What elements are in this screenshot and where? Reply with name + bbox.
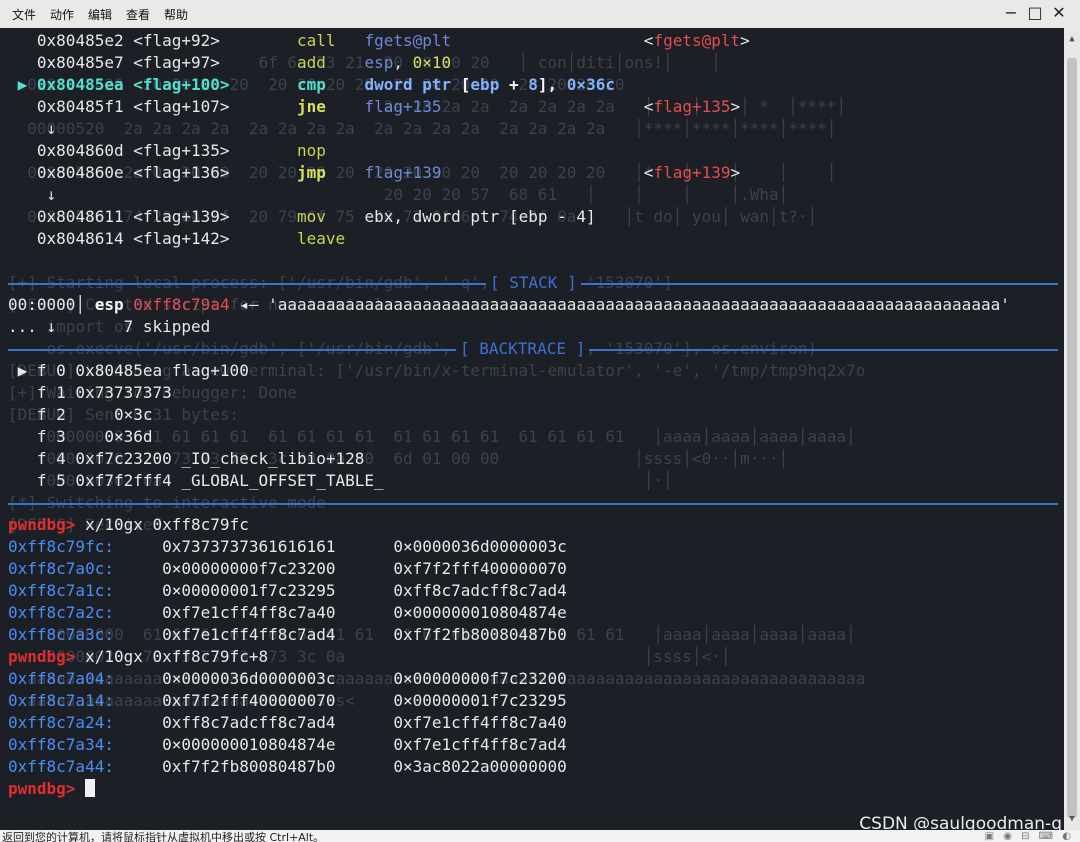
backtrace-frame: f 2 0×3c	[8, 405, 153, 424]
vm-status-text: 返回到您的计算机，请将鼠标指针从虚拟机中移出或按 Ctrl+Alt。	[2, 831, 325, 842]
disasm-line: 0x804860e <flag+136> jmp flag+139 <flag+…	[36, 163, 741, 182]
backtrace-frame: ▶ f 0 0x80485ea flag+100	[8, 361, 249, 380]
maximize-icon[interactable]: □	[1024, 2, 1046, 24]
gdb-prompt: pwndbg>	[8, 778, 96, 800]
jump-arrow: ↓	[8, 185, 57, 204]
backtrace-frame: f 5 0xf7f2fff4 _GLOBAL_OFFSET_TABLE_	[8, 471, 384, 490]
backtrace-frame: f 1 0x73737373	[8, 383, 172, 402]
disasm-line: 0x80485e2 <flag+92> call fgets@plt <fget…	[36, 31, 750, 50]
menu-edit[interactable]: 编辑	[88, 0, 112, 28]
memory-row: 0xff8c7a04: 0×0000036d0000003c 0×0000000…	[8, 669, 567, 688]
jump-arrow: ↓	[8, 119, 57, 138]
current-instruction: ▶ 0x80485ea <flag+100> cmp dword ptr [eb…	[8, 75, 615, 94]
vm-status-bar: 返回到您的计算机，请将鼠标指针从虚拟机中移出或按 Ctrl+Alt。 ▣ ◉ ⊟…	[0, 830, 1080, 842]
stack-title: [ STACK ]	[486, 272, 581, 294]
scroll-down-icon[interactable]: ▼	[1064, 812, 1080, 826]
stack-row: 00:0000│ esp 0xff8c79a4 ◂— 'aaaaaaaaaaaa…	[8, 295, 1010, 314]
gdb-command: pwndbg> x/10gx 0xff8c79fc+8	[8, 647, 269, 666]
menu-file[interactable]: 文件	[12, 0, 36, 28]
memory-row: 0xff8c79fc: 0x7373737361616161 0×0000036…	[8, 537, 567, 556]
backtrace-title: [ BACKTRACE ]	[456, 338, 590, 360]
memory-row: 0xff8c7a14: 0xf7f2fff400000070 0×0000000…	[8, 691, 567, 710]
memory-row: 0xff8c7a1c: 0×00000001f7c23295 0xff8c7ad…	[8, 581, 567, 600]
terminal-cursor[interactable]	[85, 779, 96, 797]
disasm-line: 0x804860d <flag+135> nop	[36, 141, 326, 160]
memory-row: 0xff8c7a3c: 0xf7e1cff4ff8c7ad4 0xf7f2fb8…	[8, 625, 567, 644]
scroll-up-icon[interactable]: ▲	[1064, 32, 1080, 46]
terminal-output[interactable]: 6f 6e 73 21 20 20 20 20 │ con│diti│ons!│…	[0, 28, 1064, 830]
terminal-scrollbar[interactable]: ▲ ▼	[1064, 28, 1080, 830]
memory-row: 0xff8c7a34: 0×000000010804874e 0xf7e1cff…	[8, 735, 567, 754]
scrollbar-thumb[interactable]	[1067, 58, 1077, 818]
menubar: 文件 动作 编辑 查看 帮助 − □ ✕	[0, 0, 1080, 29]
disasm-line: 0x8048611 <flag+139> mov ebx, dword ptr …	[36, 207, 596, 226]
memory-row: 0xff8c7a24: 0xff8c7adcff8c7ad4 0xf7e1cff…	[8, 713, 567, 732]
backtrace-frame: f 4 0xf7c23200 _IO_check_libio+128	[8, 449, 365, 468]
memory-row: 0xff8c7a2c: 0xf7e1cff4ff8c7a40 0×0000000…	[8, 603, 567, 622]
disasm-line: 0x8048614 <flag+142> leave	[36, 229, 346, 248]
gdb-command: pwndbg> x/10gx 0xff8c79fc	[8, 515, 249, 534]
minimize-icon[interactable]: −	[1000, 2, 1022, 24]
memory-row: 0xff8c7a44: 0xf7f2fb80080487b0 0×3ac8022…	[8, 757, 567, 776]
memory-row: 0xff8c7a0c: 0×00000000f7c23200 0xf7f2fff…	[8, 559, 567, 578]
disasm-line: 0x80485f1 <flag+107> jne flag+135 <flag+…	[36, 97, 741, 116]
disasm-line: 0x80485e7 <flag+97> add esp, 0×10	[36, 53, 452, 72]
background-text-line: 00000520 2a 2a 2a 2a 2a 2a 2a 2a 2a 2a 2…	[8, 119, 837, 138]
menu-help[interactable]: 帮助	[164, 0, 188, 28]
menu-view[interactable]: 查看	[126, 0, 150, 28]
menu-action[interactable]: 动作	[50, 0, 74, 28]
backtrace-frame: f 3 0×36d	[8, 427, 153, 446]
end-separator	[8, 503, 1058, 505]
close-icon[interactable]: ✕	[1048, 2, 1070, 24]
background-text-line: 20 20 20 57 68 61 │ │ │ │.Wha│	[8, 185, 789, 204]
vm-device-icons: ▣ ◉ ⊟ ⌨ ◐	[984, 831, 1074, 842]
stack-skipped: ... ↓ 7 skipped	[8, 317, 211, 336]
